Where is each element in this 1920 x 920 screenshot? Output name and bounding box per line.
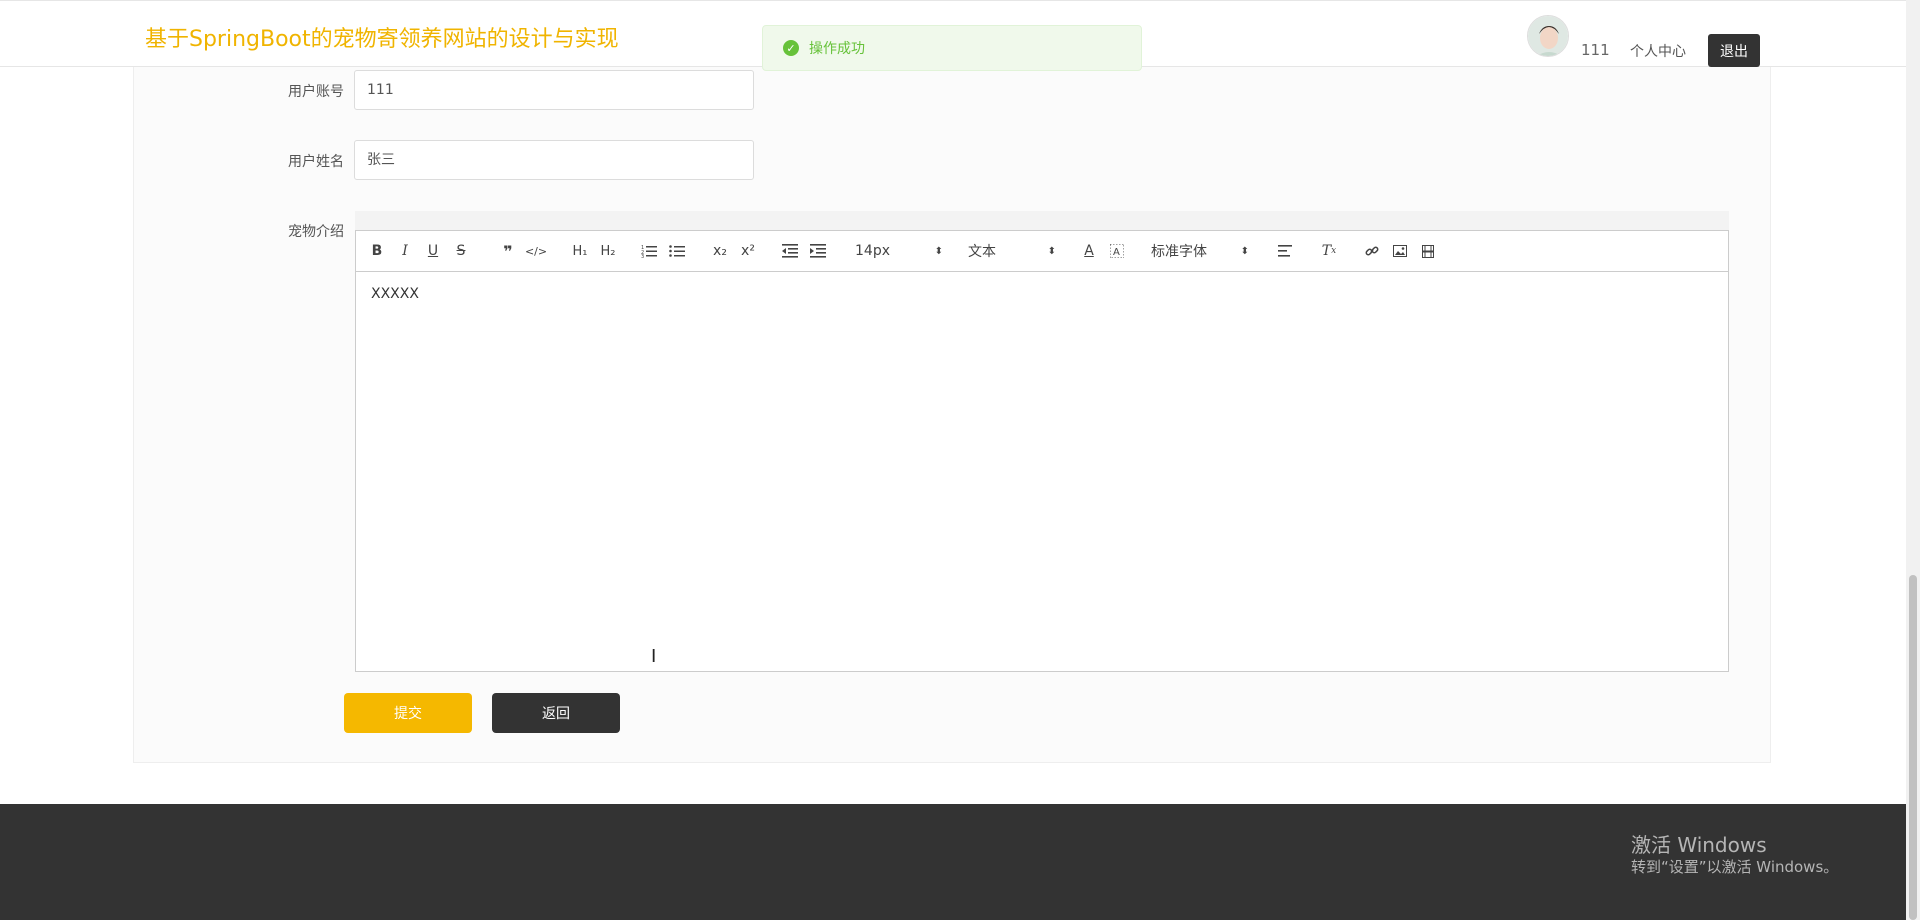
editor-top-strip	[355, 211, 1729, 230]
toast-message: 操作成功	[809, 41, 865, 57]
link-icon[interactable]	[1361, 241, 1383, 261]
scrollbar-thumb[interactable]	[1909, 575, 1917, 920]
activate-windows-title: 激活 Windows	[1631, 833, 1767, 857]
align-icon[interactable]	[1274, 241, 1296, 261]
activate-windows-subtitle: 转到“设置”以激活 Windows。	[1631, 858, 1839, 876]
video-icon[interactable]	[1417, 241, 1439, 261]
text-type-value: 文本	[968, 244, 996, 260]
image-icon[interactable]	[1389, 241, 1411, 261]
text-type-select[interactable]: 文本 ⬍	[968, 241, 1056, 261]
indent-icon[interactable]	[807, 241, 829, 261]
intro-label: 宠物介绍	[288, 224, 344, 240]
select-arrow-icon: ⬍	[1240, 245, 1249, 257]
superscript-icon[interactable]: x²	[737, 241, 759, 261]
svg-text:A: A	[1113, 247, 1120, 258]
page-scrollbar[interactable]	[1906, 0, 1920, 920]
avatar[interactable]	[1527, 15, 1569, 57]
name-input[interactable]: 张三	[354, 140, 754, 180]
submit-button[interactable]: 提交	[344, 693, 472, 733]
ordered-list-icon[interactable]: 123	[638, 241, 660, 261]
font-size-value: 14px	[855, 243, 890, 259]
rich-text-editor[interactable]: B I U S ❞ </> H₁ H₂ 123 x₂ x² 14px ⬍ 文本 ⬍ …	[355, 230, 1729, 672]
blockquote-icon[interactable]: ❞	[497, 241, 519, 261]
font-family-value: 标准字体	[1151, 244, 1207, 260]
font-color-icon[interactable]: A	[1078, 241, 1100, 261]
select-arrow-icon: ⬍	[934, 245, 943, 257]
background-color-icon[interactable]: A	[1106, 241, 1128, 261]
editor-content[interactable]: XXXXX	[371, 286, 419, 302]
subscript-icon[interactable]: x₂	[709, 241, 731, 261]
clear-format-icon[interactable]: Tx	[1318, 241, 1340, 261]
underline-icon[interactable]: U	[422, 241, 444, 261]
italic-icon[interactable]: I	[394, 241, 416, 261]
account-label: 用户账号	[288, 84, 344, 100]
heading2-icon[interactable]: H₂	[595, 241, 621, 261]
site-title[interactable]: 基于SpringBoot的宠物寄领养网站的设计与实现	[145, 21, 619, 53]
bold-icon[interactable]: B	[366, 241, 388, 261]
check-circle-icon: ✓	[783, 40, 799, 56]
strikethrough-icon[interactable]: S	[450, 241, 472, 261]
select-arrow-icon: ⬍	[1047, 245, 1056, 257]
font-family-select[interactable]: 标准字体 ⬍	[1151, 241, 1249, 261]
profile-link[interactable]: 个人中心	[1630, 41, 1686, 61]
account-input[interactable]: 111	[354, 70, 754, 110]
back-button[interactable]: 返回	[492, 693, 620, 733]
success-toast: ✓ 操作成功	[762, 25, 1142, 71]
svg-text:3: 3	[641, 254, 644, 258]
bullet-list-icon[interactable]	[666, 241, 688, 261]
name-label: 用户姓名	[288, 154, 344, 170]
code-icon[interactable]: </>	[525, 241, 547, 261]
outdent-icon[interactable]	[779, 241, 801, 261]
heading1-icon[interactable]: H₁	[567, 241, 593, 261]
editor-toolbar: B I U S ❞ </> H₁ H₂ 123 x₂ x² 14px ⬍ 文本 ⬍ …	[356, 231, 1728, 272]
font-size-select[interactable]: 14px ⬍	[855, 241, 943, 261]
text-cursor-icon: I	[651, 646, 657, 667]
page-footer	[0, 804, 1906, 920]
username: 111	[1581, 41, 1610, 59]
logout-button[interactable]: 退出	[1708, 34, 1760, 67]
